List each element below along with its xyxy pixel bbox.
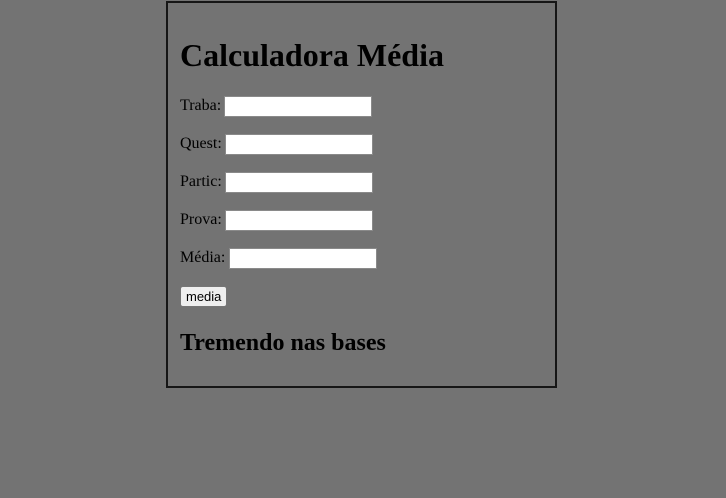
media-label: Média: — [180, 249, 226, 266]
field-row-media: Média: — [180, 247, 378, 269]
media-button[interactable]: media — [180, 286, 228, 307]
participacao-label: Partic: — [180, 173, 222, 190]
trabalho-label: Traba: — [180, 97, 222, 114]
page-title: Calculadora Média — [180, 37, 444, 73]
field-row-prova: Prova: — [180, 209, 373, 231]
result-text: Tremendo nas bases — [180, 330, 386, 356]
field-row-participacao: Partic: — [180, 171, 373, 193]
trabalho-input[interactable] — [224, 95, 373, 117]
prova-input[interactable] — [224, 209, 373, 231]
questionario-input[interactable] — [224, 133, 373, 155]
participacao-input[interactable] — [224, 171, 373, 193]
field-row-trabalho: Traba: — [180, 95, 373, 117]
calculator-panel: Calculadora Média Traba: Quest: Partic: … — [166, 1, 557, 388]
field-row-questionario: Quest: — [180, 133, 373, 155]
media-output-input[interactable] — [229, 247, 378, 269]
questionario-label: Quest: — [180, 135, 222, 152]
prova-label: Prova: — [180, 211, 222, 228]
